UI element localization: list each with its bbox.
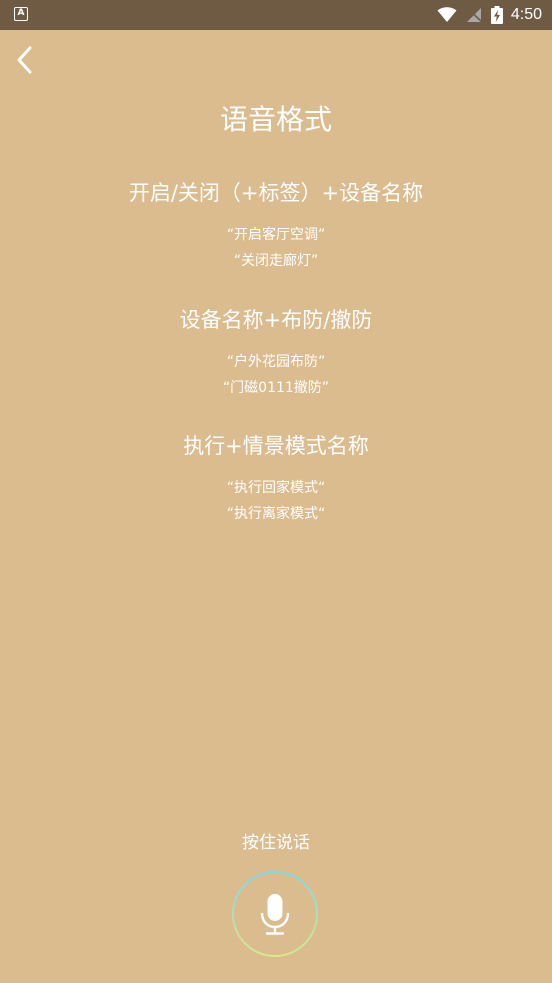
app-notification-icon: A <box>14 7 28 21</box>
hold-to-talk-button[interactable] <box>231 870 319 958</box>
format-example: “执行回家模式“ <box>226 480 326 496</box>
hold-to-talk-label: 按住说话 <box>242 833 310 853</box>
chevron-left-icon <box>17 46 32 74</box>
status-indicators: 4:50 <box>437 0 542 30</box>
no-sim-signal-icon <box>466 7 483 23</box>
format-example: “关闭走廊灯” <box>233 253 319 269</box>
battery-charging-icon <box>490 6 503 24</box>
format-example: “门磁0111撤防” <box>222 380 330 396</box>
page-title: 语音格式 <box>219 103 332 136</box>
status-time: 4:50 <box>510 6 542 23</box>
wifi-icon <box>437 7 457 22</box>
format-section-scene: 执行+情景模式名称 “执行回家模式“ “执行离家模式“ <box>0 431 552 527</box>
back-button[interactable] <box>8 42 42 78</box>
format-heading: 执行+情景模式名称 <box>183 434 369 458</box>
format-section-switch: 开启/关闭（+标签）+设备名称 “开启客厅空调” “关闭走廊灯” <box>0 178 552 274</box>
status-bar: A 4:50 <box>0 0 552 30</box>
format-example: “执行离家模式“ <box>226 506 326 522</box>
format-heading: 开启/关闭（+标签）+设备名称 <box>128 181 424 205</box>
format-example: “户外花园布防” <box>226 354 326 370</box>
format-heading: 设备名称+布防/撤防 <box>179 308 373 332</box>
format-example: “开启客厅空调” <box>226 227 326 243</box>
microphone-icon <box>260 894 290 935</box>
format-section-arming: 设备名称+布防/撤防 “户外花园布防” “门磁0111撤防” <box>0 305 552 401</box>
